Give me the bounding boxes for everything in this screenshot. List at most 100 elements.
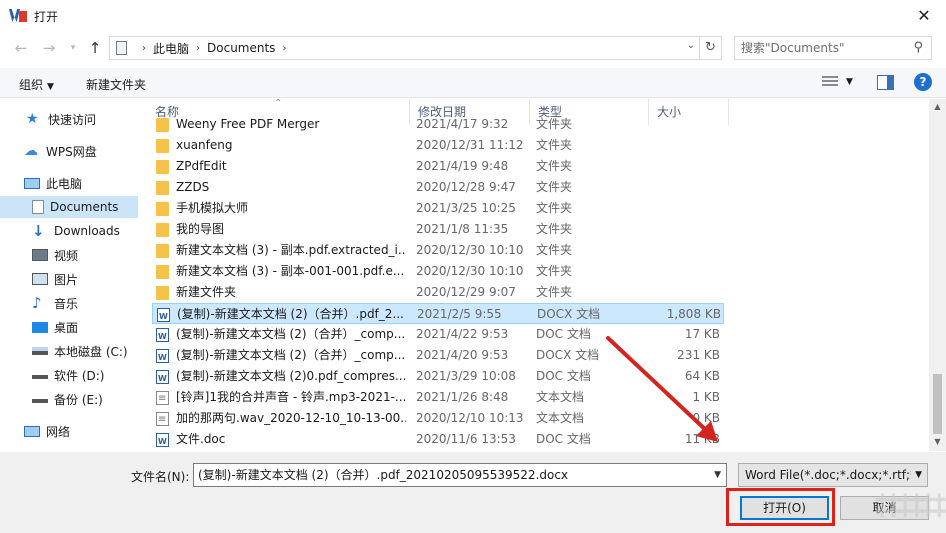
sidebar-item-drive-d[interactable]: 软件 (D:) (0, 364, 138, 386)
new-folder-button[interactable]: 新建文件夹 (86, 76, 146, 93)
scroll-down-icon[interactable]: ▼ (932, 437, 943, 446)
file-row[interactable]: 文件.doc 2020/11/6 13:53 DOC 文档 11 KB (152, 429, 724, 450)
sidebar-item-music[interactable]: ♪ 音乐 (0, 292, 138, 314)
file-name: 新建文本文档 (3) - 副本-001-001.pdf.e... (176, 264, 405, 278)
file-row[interactable]: ZZDS 2020/12/28 9:47 文件夹 (152, 177, 724, 198)
sidebar-item-network[interactable]: 网络 (0, 420, 138, 442)
close-icon[interactable]: ✕ (914, 6, 934, 26)
sidebar-item-label: 快速访问 (48, 112, 97, 127)
file-row[interactable]: [铃声]1我的合并声音 - 铃声.mp3-2021-... 2021/1/26 8… (152, 387, 724, 408)
file-name: (复制)-新建文本文档 (2)0.pdf_compres... (176, 369, 406, 383)
file-type: 文件夹 (536, 222, 573, 236)
file-row[interactable]: (复制)-新建文本文档 (2)0.pdf_compres... 2021/3/29… (152, 366, 724, 387)
chevron-down-icon[interactable]: ⌄ (687, 40, 695, 51)
sidebar-item-documents[interactable]: Documents (0, 196, 138, 218)
filename-input[interactable]: (复制)-新建文本文档 (2)（合并）.pdf_2021020509553952… (193, 463, 727, 487)
sidebar-item-label: 此电脑 (46, 176, 83, 191)
sidebar-item-desktop[interactable]: 桌面 (0, 316, 138, 338)
file-row[interactable]: 新建文本文档 (3) - 副本-001-001.pdf.e... 2020/12/… (152, 261, 724, 282)
file-name: [铃声]1我的合并声音 - 铃声.mp3-2021-... (176, 390, 406, 404)
file-date: 2021/4/20 9:53 (416, 348, 509, 362)
file-row[interactable]: 加的那两句.wav_2020-12-10_10-13-00.... 2020/12… (152, 408, 724, 429)
refresh-icon[interactable]: ↻ (700, 36, 722, 60)
file-row[interactable]: xuanfeng 2020/12/31 11:12 文件夹 (152, 135, 724, 156)
sidebar-item-wps-cloud[interactable]: ☁ WPS网盘 (0, 140, 138, 162)
sidebar-item-videos[interactable]: 视频 (0, 244, 138, 266)
file-size: 11 KB (684, 432, 720, 446)
file-name: (复制)-新建文本文档 (2)（合并）_comp... (176, 348, 406, 362)
chevron-down-icon[interactable]: ▼ (714, 464, 721, 486)
scroll-up-icon[interactable]: ▲ (932, 102, 943, 111)
file-size: 231 KB (677, 348, 720, 362)
file-name: 我的导图 (176, 222, 225, 236)
file-row[interactable]: ZPdfEdit 2021/4/19 9:48 文件夹 (152, 156, 724, 177)
file-name: 加的那两句.wav_2020-12-10_10-13-00.... (176, 411, 406, 425)
file-row[interactable]: (复制)-新建文本文档 (2)（合并）_comp... 2021/4/20 9:5… (152, 345, 724, 366)
file-type: DOCX 文档 (536, 348, 600, 362)
up-arrow-icon[interactable]: ↑ (85, 38, 105, 58)
app-logo-icon (9, 7, 27, 25)
sidebar-item-this-pc[interactable]: 此电脑 (0, 172, 138, 194)
folder-icon (156, 265, 169, 279)
file-row[interactable]: 新建文件夹 2020/12/29 9:07 文件夹 (152, 282, 724, 303)
file-type: 文本文档 (536, 411, 585, 425)
drive-icon (32, 347, 48, 355)
file-date: 2021/2/5 9:55 (417, 307, 502, 321)
scrollbar-thumb[interactable] (933, 374, 942, 434)
help-icon[interactable]: ? (914, 73, 932, 91)
preview-pane-icon[interactable] (877, 75, 894, 90)
back-arrow-icon[interactable]: ← (11, 38, 31, 58)
sidebar-item-label: 桌面 (54, 320, 79, 335)
file-row[interactable]: Weeny Free PDF Merger 2021/4/17 9:32 文件夹 (152, 114, 724, 135)
file-list-scrollbar[interactable]: ▲ ▼ (929, 99, 946, 451)
breadcrumb-documents[interactable]: Documents (207, 41, 275, 55)
breadcrumb-this-pc[interactable]: 此电脑 (153, 40, 189, 57)
sidebar-item-drive-e[interactable]: 备份 (E:) (0, 388, 138, 410)
sidebar-item-downloads[interactable]: ↓ Downloads (0, 220, 138, 242)
text-file-icon (156, 412, 169, 426)
file-date: 2021/4/17 9:32 (416, 117, 509, 131)
sidebar-item-quick-access[interactable]: ★ 快速访问 (0, 108, 138, 130)
navigation-pane: ★ 快速访问 ☁ WPS网盘 此电脑 Documents ↓ Downloads 视频… (0, 99, 138, 451)
file-type: 文件夹 (536, 180, 573, 194)
title-bar: 打开 ✕ (0, 0, 946, 32)
file-date: 2021/4/22 9:53 (416, 327, 509, 341)
file-name: ZPdfEdit (176, 159, 227, 173)
search-input[interactable]: 搜索"Documents" ⚲ (734, 36, 932, 60)
file-row[interactable]: (复制)-新建文本文档 (2)（合并）.pdf_2... 2021/2/5 9:5… (152, 303, 724, 324)
file-row[interactable]: 我的导图 2021/1/8 11:35 文件夹 (152, 219, 724, 240)
forward-arrow-icon[interactable]: → (39, 38, 59, 58)
view-options-icon[interactable] (822, 76, 838, 90)
sidebar-item-label: 音乐 (54, 296, 79, 311)
file-row[interactable]: 新建文本文档 (3) - 副本.pdf.extracted_i... 2020/1… (152, 240, 724, 261)
word-doc-icon (156, 370, 169, 384)
recent-locations-chevron-icon[interactable]: ▾ (63, 38, 83, 58)
folder-icon (156, 139, 169, 153)
file-date: 2020/12/29 9:07 (416, 285, 516, 299)
sidebar-scrollbar[interactable] (138, 99, 147, 451)
file-date: 2021/4/19 9:48 (416, 159, 509, 173)
file-date: 2021/3/29 10:08 (416, 369, 516, 383)
organize-menu-button[interactable]: 组织 ▼ (19, 76, 54, 93)
sidebar-item-drive-c[interactable]: 本地磁盘 (C:) (0, 340, 138, 362)
filename-value: (复制)-新建文本文档 (2)（合并）.pdf_2021020509553952… (198, 468, 569, 482)
file-size: 0 KB (692, 411, 720, 425)
command-toolbar: 组织 ▼ 新建文件夹 ▼ ? (0, 68, 946, 98)
sidebar-item-label: Downloads (54, 224, 120, 238)
breadcrumb-separator-icon: › (142, 42, 146, 54)
file-type: DOC 文档 (536, 432, 591, 446)
picture-icon (32, 273, 48, 285)
file-date: 2021/1/8 11:35 (416, 222, 509, 236)
file-type: 文件夹 (536, 201, 573, 215)
file-row[interactable]: 手机模拟大师 2021/3/25 10:25 文件夹 (152, 198, 724, 219)
address-bar[interactable]: › 此电脑 › Documents › ⌄ (109, 36, 700, 60)
file-name: (复制)-新建文本文档 (2)（合并）_comp... (176, 327, 406, 341)
drive-icon (32, 395, 48, 403)
file-name: 手机模拟大师 (176, 201, 249, 215)
file-date: 2020/12/30 10:10 (416, 264, 524, 278)
breadcrumb-separator-icon: › (282, 42, 287, 54)
file-type: 文本文档 (536, 390, 585, 404)
caret-down-icon[interactable]: ▼ (846, 77, 853, 87)
file-row[interactable]: (复制)-新建文本文档 (2)（合并）_comp... 2021/4/22 9:5… (152, 324, 724, 345)
sidebar-item-pictures[interactable]: 图片 (0, 268, 138, 290)
